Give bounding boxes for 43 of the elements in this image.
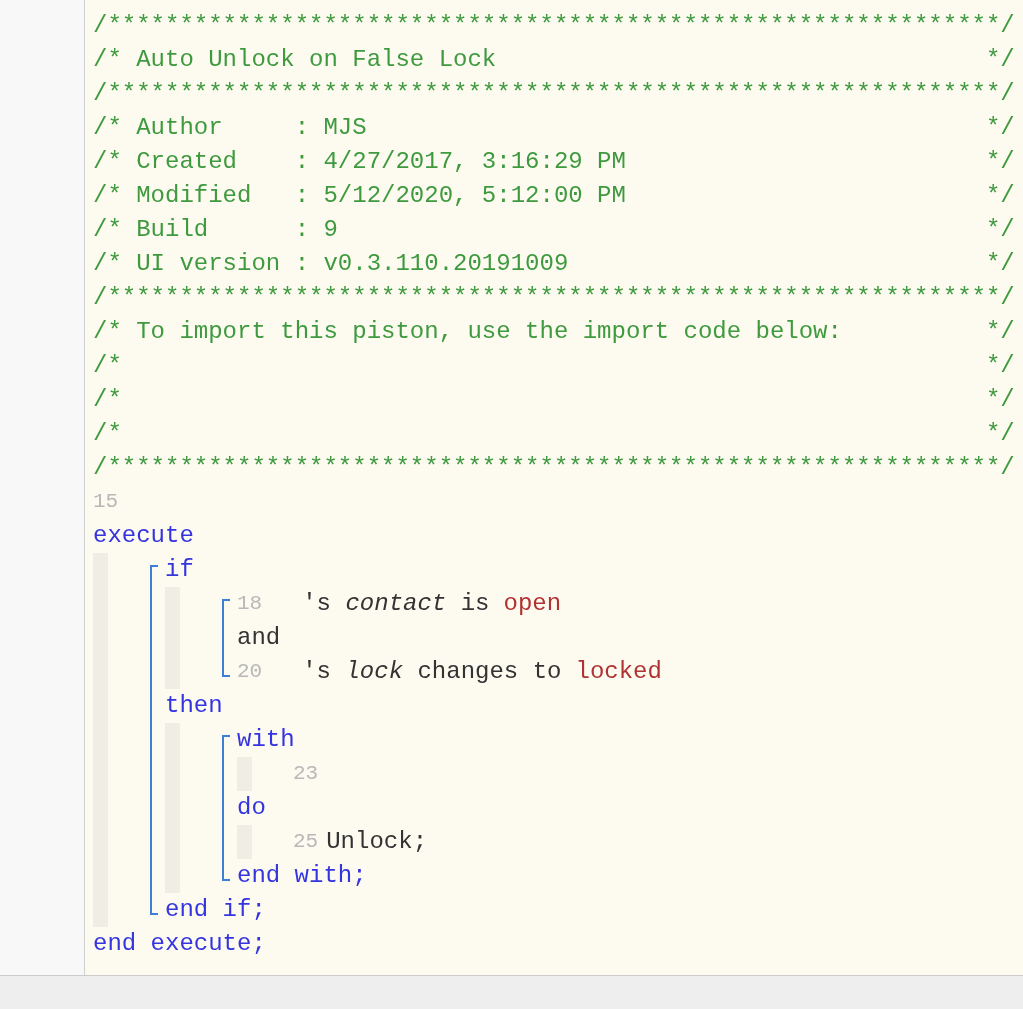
comment-end: */	[985, 45, 1015, 75]
comment-end: */	[985, 147, 1015, 177]
comment-line: /**************************************************************/	[93, 283, 1015, 313]
comment-line: /*	[93, 385, 122, 415]
keyword: with	[237, 725, 295, 755]
keyword: if	[165, 555, 194, 585]
comment-end: */	[985, 215, 1015, 245]
line-number: 15	[93, 489, 119, 515]
comment-end: */	[985, 385, 1015, 415]
comment-line: /* Author : MJS	[93, 113, 367, 143]
line-number: 18	[237, 591, 263, 617]
comment-line: /*	[93, 419, 122, 449]
comment-line: /* Build : 9	[93, 215, 338, 245]
keyword: then	[165, 691, 223, 721]
comment-line: /* Created : 4/27/2017, 3:16:29 PM	[93, 147, 626, 177]
comment-end: */	[985, 113, 1015, 143]
comment-line: /**************************************************************/	[93, 453, 1015, 483]
keyword: end if;	[165, 895, 266, 925]
comment-end: */	[985, 249, 1015, 279]
comment-end: */	[985, 317, 1015, 347]
condition-value: open	[503, 589, 562, 619]
condition-value: locked	[575, 657, 662, 687]
comment-line: /*	[93, 351, 122, 381]
comment-line: /* UI version : v0.3.110.20191009	[93, 249, 569, 279]
comment-line: /* Auto Unlock on False Lock	[93, 45, 497, 75]
comment-end: */	[985, 351, 1015, 381]
keyword: end execute;	[93, 929, 266, 959]
condition-text: 's lock changes to	[302, 657, 562, 687]
comment-line: /**************************************************************/	[93, 11, 1015, 41]
comment-line: /* Modified : 5/12/2020, 5:12:00 PM	[93, 181, 626, 211]
keyword: end with;	[237, 861, 367, 891]
condition-text: 's contact is	[302, 589, 490, 619]
comment-line: /**************************************************************/	[93, 79, 1015, 109]
keyword: do	[237, 793, 266, 823]
statement: Unlock;	[326, 827, 428, 857]
keyword: execute	[93, 521, 194, 551]
line-number: 23	[293, 761, 319, 787]
comment-end: */	[985, 181, 1015, 211]
line-number: 20	[237, 659, 263, 685]
operator: and	[237, 623, 281, 653]
comment-end: */	[985, 419, 1015, 449]
line-number: 25	[293, 829, 319, 855]
comment-line: /* To import this piston, use the import code below:	[93, 317, 842, 347]
